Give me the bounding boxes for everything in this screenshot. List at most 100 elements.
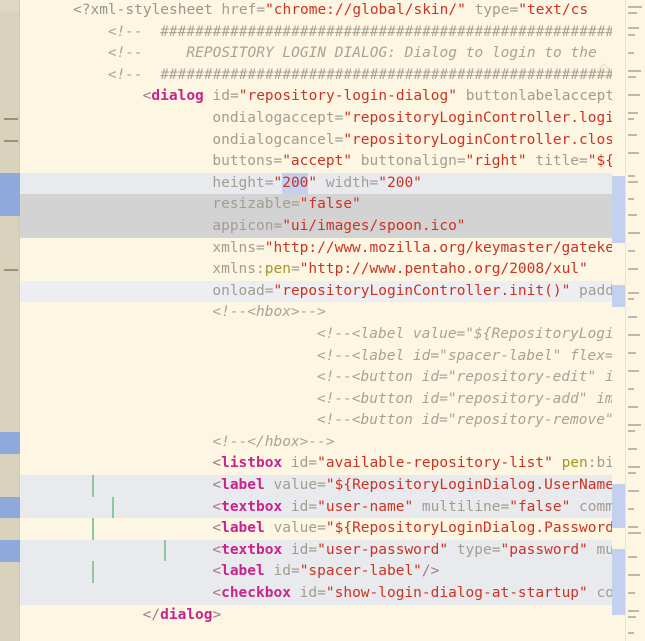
minimap-row	[628, 430, 635, 432]
code-editor[interactable]: <?xml-stylesheet href="chrome://global/s…	[0, 0, 645, 641]
minimap-row	[628, 526, 638, 528]
code-line[interactable]: xmlns="http://www.mozilla.org/keymaster/…	[20, 238, 612, 260]
token-val: "chrome://global/skin/"	[265, 2, 466, 18]
scrollbar-thumb[interactable]	[612, 484, 625, 528]
token-val: "${RepositoryLoginDialog.Password}"	[325, 520, 612, 537]
code-line[interactable]: <!--<label id="spacer-label" flex="1" />…	[20, 346, 612, 368]
token-cmt: <!--<button id="repository-add" image="$…	[316, 390, 612, 407]
scrollbar-thumb[interactable]	[612, 549, 625, 571]
code-line-text: <!-- ###################################…	[20, 24, 612, 40]
code-line[interactable]: <!--<hbox>-->	[20, 302, 612, 324]
code-line[interactable]: appicon="ui/images/spoon.ico"	[20, 215, 612, 238]
code-line-text: <checkbox id="show-login-dialog-at-start…	[20, 585, 612, 601]
token-eq: =	[456, 153, 466, 170]
code-line[interactable]: <dialog id="repository-login-dialog" but…	[20, 86, 612, 108]
token-tag: listbox	[221, 455, 283, 472]
token-attr: href	[221, 2, 257, 18]
token-cmt: <!--</hbox>-->	[212, 433, 335, 450]
code-line[interactable]: <!-- REPOSITORY LOGIN DIALOG: Dialog to …	[20, 43, 612, 65]
code-line-text: <listbox id="available-repository-list" …	[20, 455, 612, 471]
minimap-row	[628, 268, 638, 270]
token-eq: =	[308, 455, 318, 472]
code-line-text: <label id="spacer-label"/>	[20, 563, 439, 579]
token-val: "http://www.pentaho.org/2008/xul"	[299, 261, 588, 278]
code-line[interactable]: resizable="false"	[20, 194, 612, 216]
code-line[interactable]: <label value="${RepositoryLoginDialog.Us…	[20, 475, 612, 497]
token-val: "http://www.mozilla.org/keymaster/gateke…	[264, 239, 612, 256]
gutter-bookmark[interactable]	[0, 194, 20, 216]
code-line[interactable]: ondialogcancel="repositoryLoginControlle…	[20, 130, 612, 152]
gutter-bookmark[interactable]	[0, 496, 20, 519]
token-val: "200"	[378, 174, 422, 191]
code-line[interactable]: <!--<button id="repository-edit" image="…	[20, 367, 612, 389]
minimap-row	[628, 34, 635, 36]
token-attr: :binding	[587, 455, 612, 472]
code-line-text: <textbox id="user-password" type="passwo…	[20, 542, 612, 558]
code-line[interactable]: <!--<button id="repository-add" image="$…	[20, 389, 612, 411]
code-line[interactable]: <listbox id="available-repository-list" …	[20, 453, 612, 475]
minimap-row	[628, 616, 636, 618]
fold-handle-icon[interactable]	[4, 269, 18, 272]
token-attr: ondialogcancel	[212, 131, 335, 148]
code-line[interactable]: onload="repositoryLoginController.init()…	[20, 280, 612, 303]
minimap-row	[628, 292, 639, 294]
minimap-row	[628, 490, 639, 492]
token-brk: <	[212, 477, 222, 494]
code-line[interactable]: </dialog>	[20, 605, 612, 627]
minimap-row	[628, 6, 642, 8]
code-content[interactable]: <?xml-stylesheet href="chrome://global/s…	[20, 0, 612, 641]
token-eq: =	[317, 585, 326, 602]
gutter-top-cap	[0, 0, 20, 12]
token-val: "repository-login-dialog"	[238, 88, 457, 105]
token-val: "accept"	[282, 153, 353, 170]
code-line-text: ondialogcancel="repositoryLoginControlle…	[20, 132, 612, 148]
code-line[interactable]: <!--<button id="repository-remove" image…	[20, 410, 612, 432]
code-line[interactable]: height="200" width="200"	[20, 172, 612, 195]
scrollbar-thumb[interactable]	[612, 571, 625, 615]
gutter-bookmark[interactable]	[0, 540, 20, 562]
token-eq: =	[334, 131, 344, 148]
fold-handle-icon[interactable]	[4, 118, 18, 120]
gutter-bookmark[interactable]	[0, 172, 20, 195]
gutter-bookmark[interactable]	[0, 432, 20, 454]
code-line[interactable]: <label value="${RepositoryLoginDialog.Pa…	[20, 518, 612, 540]
code-line-text: xmlns:pen="http://www.pentaho.org/2008/x…	[20, 261, 588, 278]
token-eq: =	[273, 217, 283, 234]
fold-handle-icon[interactable]	[4, 139, 18, 142]
code-line[interactable]: <label id="spacer-label"/>	[20, 561, 612, 584]
minimap-row	[628, 592, 635, 594]
code-line[interactable]: <!--<label value="${RepositoryLoginDialo…	[20, 324, 612, 346]
scrollbar-thumb[interactable]	[612, 176, 625, 243]
token-val: "password"	[500, 541, 588, 558]
code-line[interactable]: xmlns:pen="http://www.pentaho.org/2008/x…	[20, 259, 612, 281]
minimap[interactable]	[625, 0, 645, 641]
code-line[interactable]: <?xml-stylesheet href="chrome://global/s…	[20, 0, 612, 22]
token-brk: <	[212, 455, 222, 472]
minimap-row	[628, 94, 640, 96]
code-line-text: <!--<label value="${RepositoryLoginDialo…	[20, 326, 612, 342]
code-line-text: <!--<button id="repository-remove" image…	[20, 412, 612, 428]
code-line-text: <label value="${RepositoryLoginDialog.Us…	[20, 477, 612, 493]
code-line[interactable]: <textbox id="user-name" multiline="false…	[20, 496, 612, 519]
code-line[interactable]: buttons="accept" buttonalign="right" tit…	[20, 151, 612, 173]
minimap-row	[628, 632, 634, 634]
token-val: "false"	[509, 498, 571, 515]
code-line[interactable]: <!--</hbox>-->	[20, 432, 612, 454]
code-line-text: <textbox id="user-name" multiline="false…	[20, 499, 612, 515]
token-attr: appicon	[212, 217, 274, 234]
token-brk: <	[212, 498, 222, 515]
code-line[interactable]: <!-- ###################################…	[20, 65, 612, 87]
minimap-row	[628, 112, 638, 114]
token-val: "${Repos	[587, 153, 612, 170]
code-line[interactable]: ondialogaccept="repositoryLoginControlle…	[20, 108, 612, 130]
token-attr: type	[448, 541, 492, 558]
scrollbar-thumb[interactable]	[612, 285, 625, 307]
token-cmt: <!-- ###################################…	[107, 66, 612, 83]
code-line[interactable]: <checkbox id="show-login-dialog-at-start…	[20, 583, 612, 605]
token-cmt: <!--<button id="repository-edit" image="…	[316, 369, 612, 386]
scrollbar-track[interactable]	[612, 0, 625, 641]
code-line[interactable]: <textbox id="user-password" type="passwo…	[20, 539, 612, 562]
code-line[interactable]: <!-- ###################################…	[20, 22, 612, 44]
token-val: "ui/images/spoon.ico"	[282, 217, 466, 234]
token-val: "right"	[465, 153, 527, 170]
